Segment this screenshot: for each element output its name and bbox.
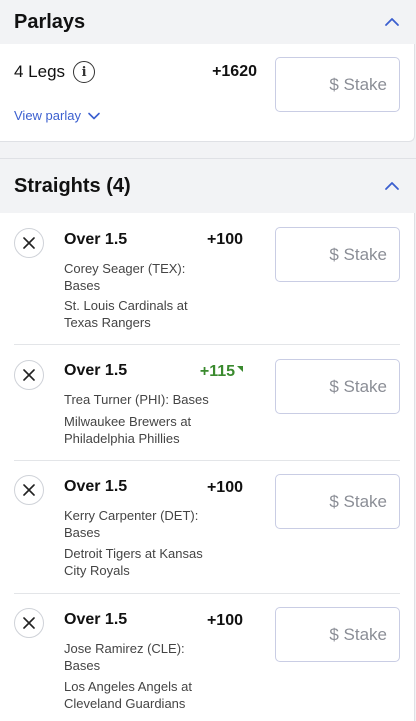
close-icon — [23, 484, 35, 496]
chevron-up-icon[interactable] — [382, 12, 402, 32]
odds-up-indicator — [237, 366, 243, 372]
info-icon[interactable]: i — [73, 61, 96, 83]
bet-player: Jose Ramirez (CLE): Bases — [64, 641, 185, 673]
parlay-odds: +1620 — [212, 63, 257, 81]
bet-stake-input[interactable] — [275, 607, 400, 662]
straights-header[interactable]: Straights (4) — [0, 158, 416, 213]
parlays-header[interactable]: Parlays — [0, 0, 416, 44]
bet-player: Trea Turner (PHI): Bases — [64, 392, 209, 407]
parlay-card: 4 Legs i +1620 View parlay — [0, 44, 415, 142]
bet-odds: +100 — [206, 612, 243, 629]
bet-item: Over 1.5 +115 Trea Turner (PHI): Bases M… — [0, 345, 400, 460]
chevron-down-icon — [88, 112, 100, 119]
remove-bet-button[interactable] — [14, 475, 44, 505]
parlay-odds-value: +1620 — [212, 63, 257, 80]
close-icon — [23, 617, 35, 629]
straights-title: Straights (4) — [14, 174, 131, 197]
close-icon — [23, 237, 35, 249]
bet-game: St. Louis Cardinals at Texas Rangers — [64, 298, 188, 330]
view-parlay-link[interactable]: View parlay — [14, 108, 101, 123]
bet-line: Over 1.5 — [64, 362, 128, 379]
parlay-stake-input[interactable] — [275, 57, 400, 112]
bet-line: Over 1.5 — [64, 231, 128, 248]
bet-player: Corey Seager (TEX): Bases — [64, 261, 186, 293]
bet-odds: +115 — [200, 363, 243, 381]
close-icon — [23, 369, 35, 381]
bet-stake-input[interactable] — [275, 227, 400, 282]
bet-stake-input[interactable] — [275, 359, 400, 414]
bet-game: Milwaukee Brewers at Philadelphia Philli… — [64, 414, 192, 446]
bet-item: Over 1.5 +100 Jose Ramirez (CLE): Bases … — [0, 594, 400, 721]
bet-game: Detroit Tigers at Kansas City Royals — [64, 546, 203, 578]
chevron-up-icon[interactable] — [382, 176, 402, 196]
bet-odds: +100 — [206, 479, 243, 496]
straights-list: Over 1.5 +100 Corey Seager (TEX): Bases … — [0, 213, 415, 721]
bet-game: Los Angeles Angels at Cleveland Guardian… — [64, 679, 192, 711]
bet-item: Over 1.5 +100 Corey Seager (TEX): Bases … — [0, 213, 400, 344]
bet-line: Over 1.5 — [64, 611, 128, 628]
bet-stake-input[interactable] — [275, 474, 400, 529]
bet-player: Kerry Carpenter (DET): Bases — [64, 508, 199, 540]
view-parlay-label: View parlay — [14, 108, 81, 123]
remove-bet-button[interactable] — [14, 228, 44, 258]
parlays-title: Parlays — [14, 10, 86, 33]
bet-item: Over 1.5 +100 Kerry Carpenter (DET): Bas… — [0, 461, 400, 593]
bet-line: Over 1.5 — [64, 478, 128, 495]
bet-odds: +100 — [206, 231, 243, 248]
parlay-legs: 4 Legs i — [14, 61, 96, 83]
legs-label: 4 Legs — [14, 62, 66, 81]
remove-bet-button[interactable] — [14, 608, 44, 638]
remove-bet-button[interactable] — [14, 360, 44, 390]
